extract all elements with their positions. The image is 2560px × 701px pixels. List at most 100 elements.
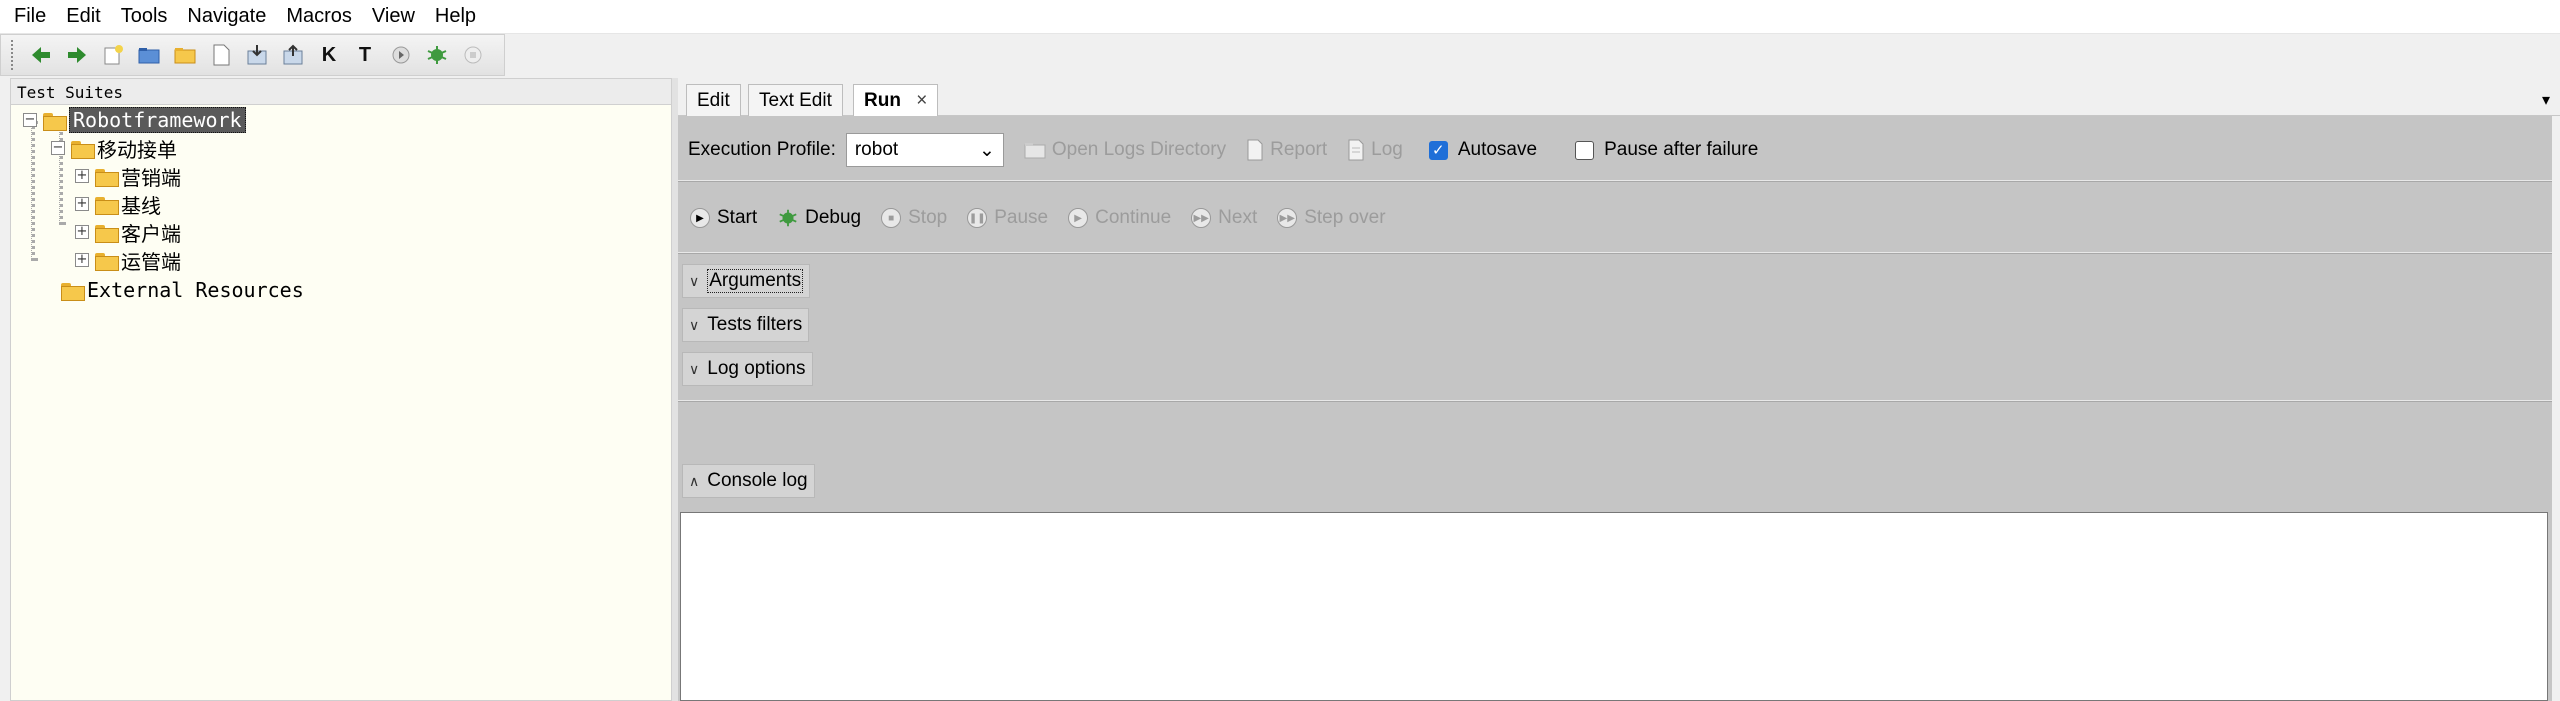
debug-label: Debug: [805, 207, 862, 228]
debug-button[interactable]: Debug: [777, 207, 861, 229]
tree-node-child[interactable]: − 移动接单: [51, 135, 177, 162]
arrow-left-icon[interactable]: [27, 41, 55, 69]
pause-after-failure-checkbox[interactable]: Pause after failure: [1575, 139, 1758, 161]
autosave-label: Autosave: [1457, 139, 1538, 160]
step-over-button[interactable]: ▶▶ Step over: [1277, 207, 1386, 229]
expand-toggle[interactable]: +: [75, 197, 89, 211]
arguments-label: Arguments: [707, 269, 804, 293]
chevron-down-icon: ∨: [689, 360, 700, 377]
collapse-toggle[interactable]: −: [51, 141, 65, 155]
chevron-down-icon: ⌄: [978, 139, 995, 161]
checkbox-unchecked[interactable]: [1575, 140, 1595, 160]
tab-menu-icon[interactable]: ▾: [2542, 90, 2550, 110]
chevron-up-icon: ∧: [689, 472, 700, 489]
menu-help[interactable]: Help: [435, 5, 476, 28]
arrow-right-icon[interactable]: [63, 41, 91, 69]
tree-label-root: Robotframework: [69, 107, 246, 133]
log-options-section-toggle[interactable]: ∨ Log options: [682, 352, 813, 386]
menu-edit[interactable]: Edit: [66, 5, 100, 28]
tab-label: Run: [864, 90, 901, 111]
stop-button[interactable]: ■ Stop: [881, 207, 947, 229]
toolbar-grip[interactable]: [11, 40, 15, 70]
save-all-icon[interactable]: [279, 41, 307, 69]
tree-node-suite[interactable]: + 基线: [75, 191, 161, 218]
continue-label: Continue: [1095, 207, 1172, 228]
autosave-checkbox[interactable]: Autosave: [1428, 139, 1538, 161]
resource-folder-icon: [95, 195, 119, 215]
next-button[interactable]: ▶▶ Next: [1191, 207, 1257, 229]
chevron-down-icon: ∨: [689, 272, 700, 289]
folder-icon: [95, 167, 119, 187]
tests-filters-section-toggle[interactable]: ∨ Tests filters: [682, 308, 810, 342]
tab-text-edit[interactable]: Text Edit: [748, 84, 843, 116]
report-label: Report: [1270, 139, 1328, 160]
new-project-icon[interactable]: [99, 41, 127, 69]
continue-button[interactable]: ▶ Continue: [1068, 207, 1171, 229]
folder-icon: [1024, 143, 1046, 159]
stop-label: Stop: [908, 207, 948, 228]
test-suites-title: Test Suites: [11, 79, 671, 105]
folder-icon: [71, 139, 95, 159]
collapse-toggle[interactable]: −: [23, 113, 37, 127]
run-panel: Execution Profile: robot ⌄ Open Logs Dir…: [678, 116, 2552, 701]
search-keywords-icon[interactable]: K: [315, 41, 343, 69]
report-button[interactable]: Report: [1246, 139, 1327, 161]
execution-profile-value: robot: [854, 139, 899, 160]
run-controls-row: ▶ Start Debug ■ Stop ❚❚ Pause ▶ Continue…: [678, 198, 2552, 238]
tree-node-suite[interactable]: + 营销端: [75, 163, 181, 190]
pause-label: Pause: [994, 207, 1049, 228]
expand-toggle[interactable]: +: [75, 253, 89, 267]
pause-button[interactable]: ❚❚ Pause: [967, 207, 1048, 229]
menu-navigate[interactable]: Navigate: [187, 5, 266, 28]
separator: [678, 180, 2552, 182]
separator: [678, 252, 2552, 254]
menu-file[interactable]: File: [14, 5, 46, 28]
tree-node-suite[interactable]: + 客户端: [75, 219, 181, 246]
expand-toggle[interactable]: +: [75, 169, 89, 183]
debug-icon[interactable]: [423, 41, 451, 69]
open-directory-icon[interactable]: [171, 41, 199, 69]
tree-label-suite: 运管端: [121, 249, 181, 274]
tree-node-suite[interactable]: + 运管端: [75, 247, 181, 274]
new-file-icon[interactable]: [207, 41, 235, 69]
open-folder-icon[interactable]: [135, 41, 163, 69]
tree-node-root[interactable]: − Robotframework: [23, 107, 246, 133]
pause-after-failure-label: Pause after failure: [1604, 139, 1759, 160]
console-log-output[interactable]: [680, 512, 2548, 701]
menu-macros[interactable]: Macros: [286, 5, 352, 28]
test-suites-pane: Test Suites − Robotframework − 移动接单 + 营销…: [10, 78, 672, 701]
stop-icon: ■: [881, 208, 902, 228]
step-over-label: Step over: [1304, 207, 1386, 228]
pause-icon: ❚❚: [967, 208, 988, 228]
execution-profile-label: Execution Profile:: [688, 139, 836, 160]
stop-icon[interactable]: [459, 41, 487, 69]
profile-row: Execution Profile: robot ⌄ Open Logs Dir…: [678, 130, 2552, 170]
tab-run[interactable]: Run ×: [853, 84, 939, 117]
open-logs-directory-button[interactable]: Open Logs Directory: [1024, 139, 1226, 161]
run-icon[interactable]: [387, 41, 415, 69]
execution-profile-select[interactable]: robot ⌄: [845, 133, 1004, 167]
close-icon[interactable]: ×: [916, 90, 927, 111]
tab-edit[interactable]: Edit: [686, 84, 741, 116]
tree-label-child: 移动接单: [97, 137, 177, 162]
menu-bar: File Edit Tools Navigate Macros View Hel…: [0, 0, 2560, 34]
start-button[interactable]: ▶ Start: [690, 207, 757, 229]
search-tests-icon[interactable]: T: [351, 41, 379, 69]
fast-forward-icon: ▶▶: [1191, 208, 1212, 228]
log-button[interactable]: Log: [1347, 139, 1403, 161]
play-icon: ▶: [1068, 208, 1089, 228]
fast-forward-icon: ▶▶: [1277, 208, 1298, 228]
menu-tools[interactable]: Tools: [121, 5, 168, 28]
save-icon[interactable]: [243, 41, 271, 69]
arguments-section-toggle[interactable]: ∨ Arguments: [682, 264, 811, 298]
next-label: Next: [1218, 207, 1258, 228]
tree-node-external[interactable]: External Resources: [61, 277, 304, 303]
debug-icon: [779, 209, 797, 227]
tree-line: [31, 121, 35, 261]
resource-folder-icon: [95, 223, 119, 243]
log-label: Log: [1371, 139, 1403, 160]
checkbox-checked[interactable]: [1428, 140, 1448, 160]
console-log-section-toggle[interactable]: ∧ Console log: [682, 464, 815, 498]
expand-toggle[interactable]: +: [75, 225, 89, 239]
menu-view[interactable]: View: [372, 5, 415, 28]
